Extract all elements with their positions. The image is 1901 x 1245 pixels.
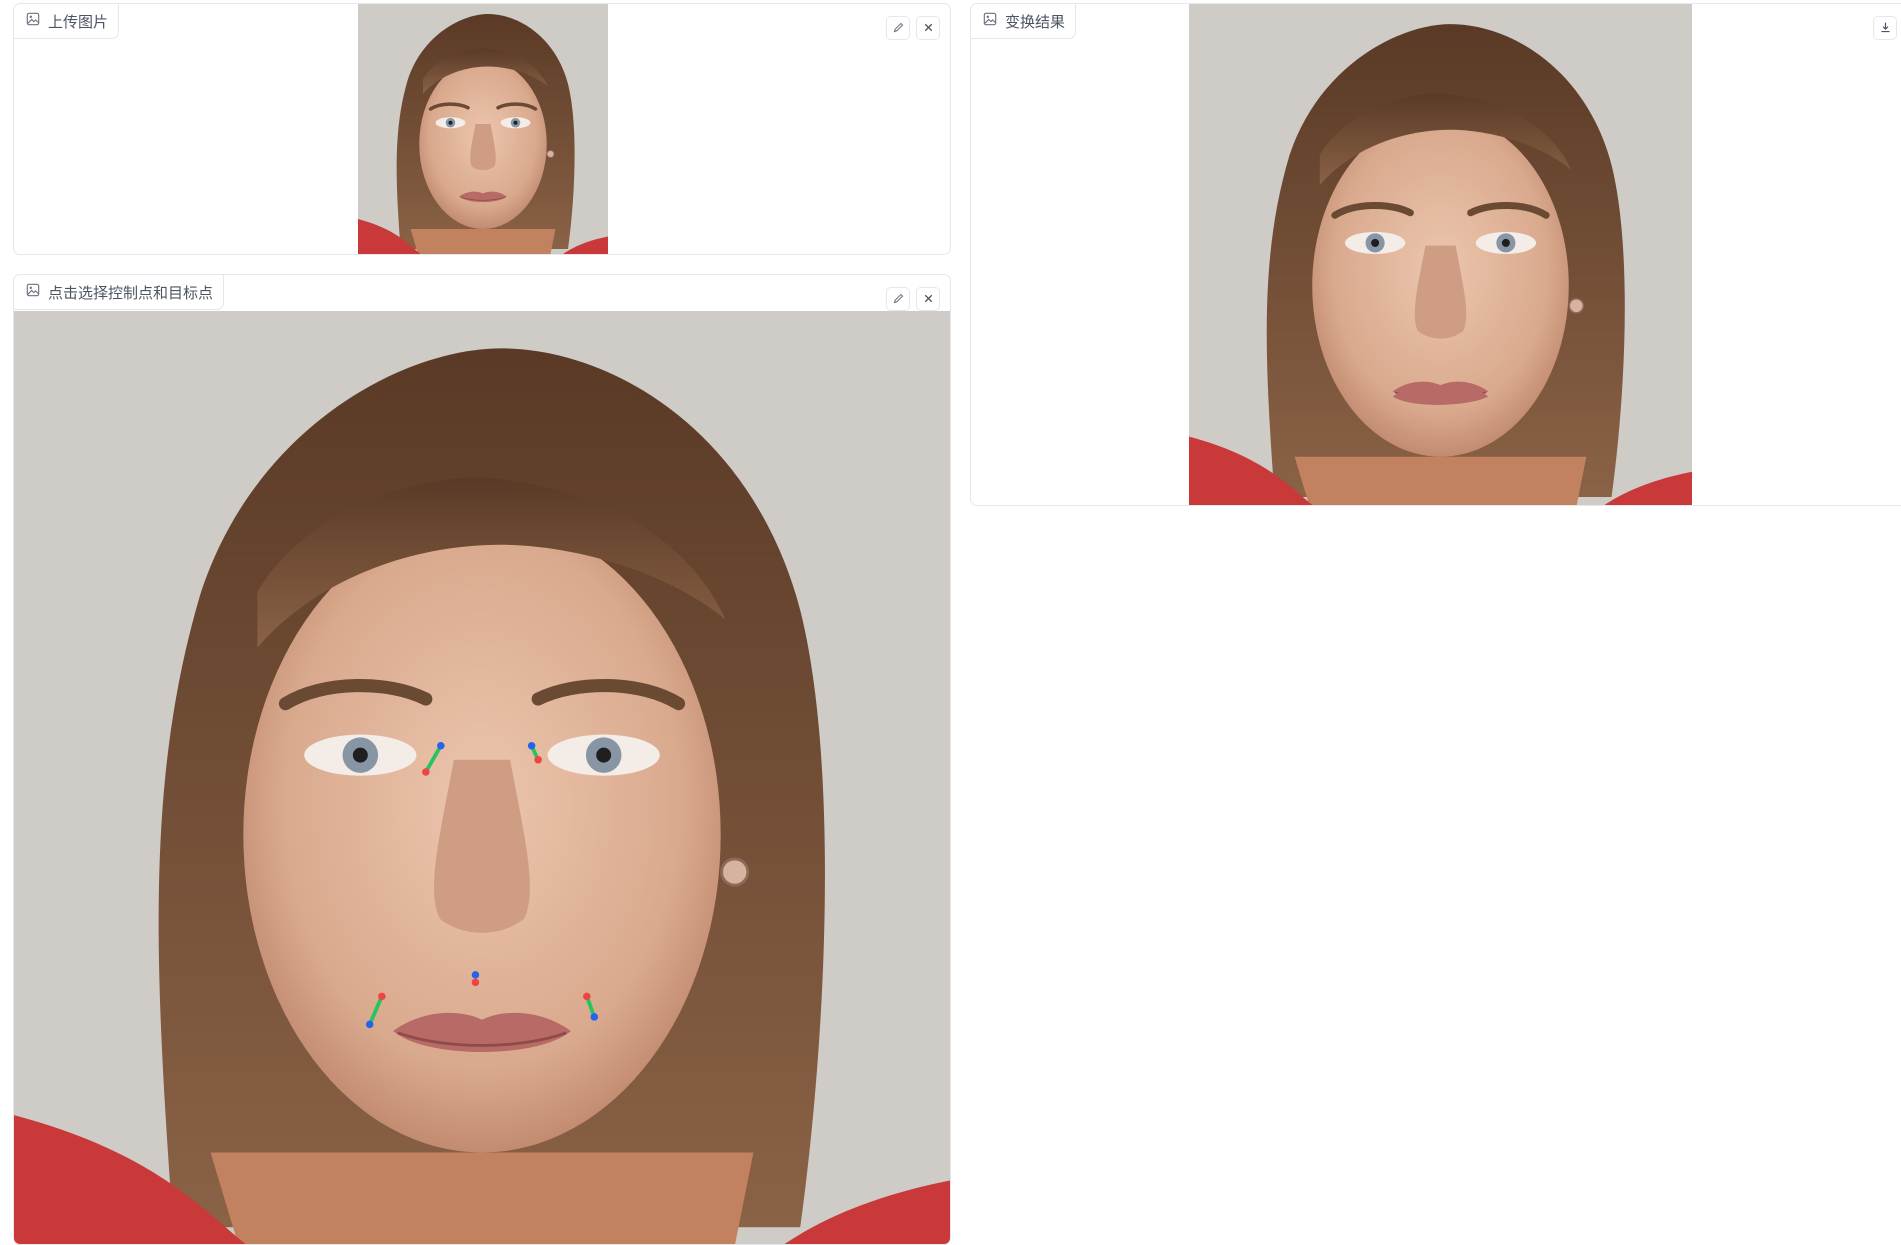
close-icon [922,290,935,309]
clear-button[interactable] [916,287,940,311]
image-icon [26,283,40,301]
download-button[interactable] [1873,16,1897,40]
control-points-panel[interactable]: 点击选择控制点和目标点 [13,274,951,1245]
result-panel[interactable]: 变换结果 [970,3,1901,506]
upload-image-label-text: 上传图片 [48,12,109,31]
image-icon [26,12,40,30]
point-selection-canvas[interactable] [14,311,950,1245]
edit-button[interactable] [886,287,910,311]
edit-button[interactable] [886,16,910,40]
result-label: 变换结果 [971,4,1077,39]
image-icon [983,12,997,30]
control-points-label: 点击选择控制点和目标点 [14,275,225,310]
download-icon [1879,19,1892,38]
clear-button[interactable] [916,16,940,40]
result-face-image [1189,4,1692,506]
upload-image-label: 上传图片 [14,4,120,39]
upload-image-panel[interactable]: 上传图片 [13,3,951,255]
control-points-label-text: 点击选择控制点和目标点 [48,283,214,302]
close-icon [922,19,935,38]
pencil-icon [892,290,905,309]
result-label-text: 变换结果 [1005,12,1066,31]
uploaded-face-image [358,4,608,254]
pencil-icon [892,19,905,38]
